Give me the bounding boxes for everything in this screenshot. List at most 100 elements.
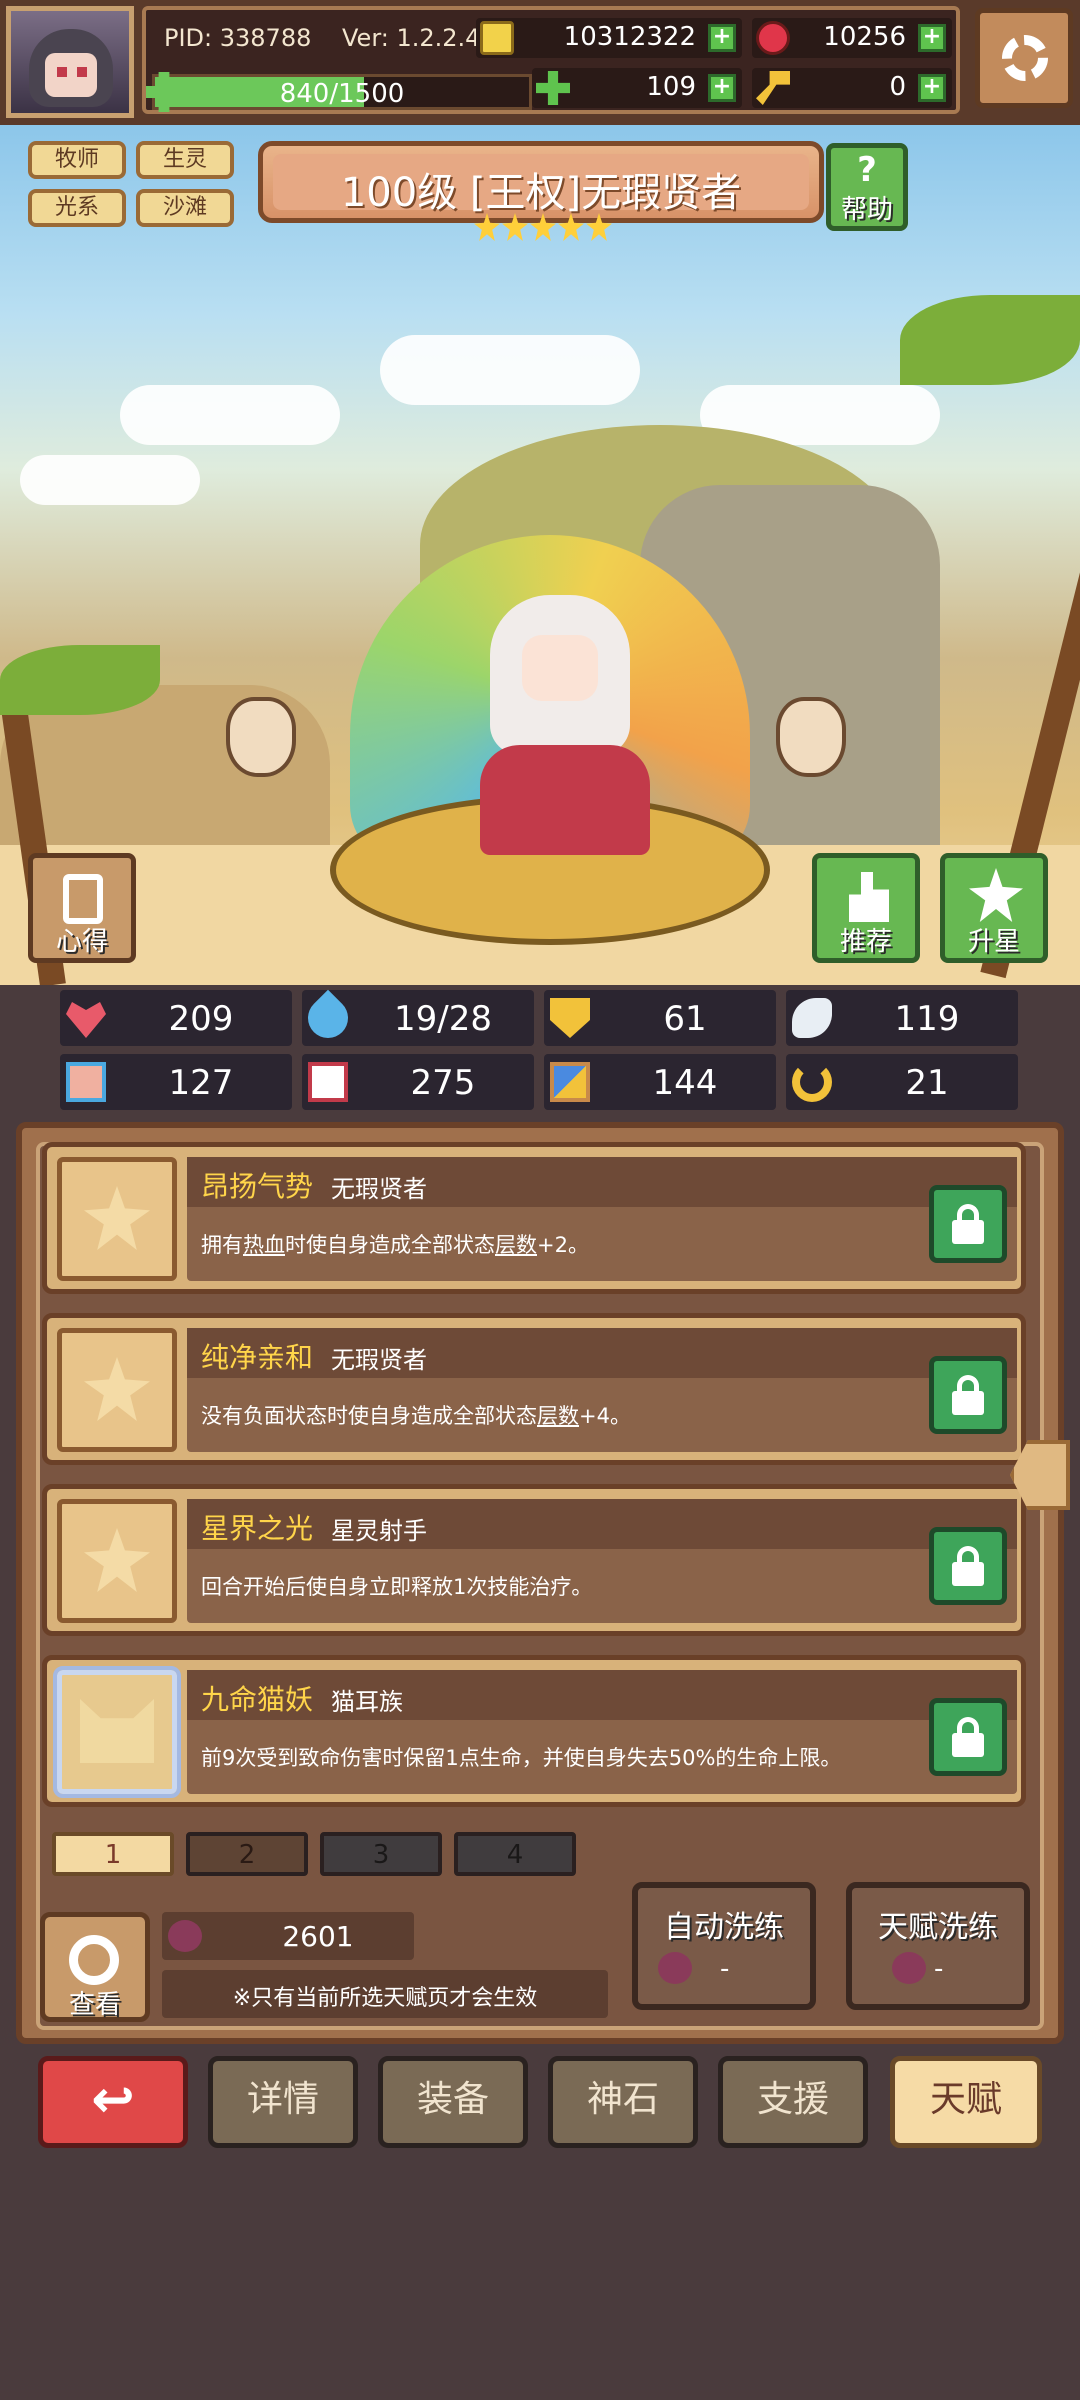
talent-card[interactable]: 纯净亲和 无瑕贤者 没有负面状态时使自身造成全部状态层数+4。 bbox=[42, 1313, 1026, 1465]
talent-source: 无瑕贤者 bbox=[331, 1175, 427, 1203]
gold-coin-icon bbox=[480, 21, 514, 55]
add-gems-button[interactable]: + bbox=[918, 24, 946, 52]
gold-counter: 10312322 + bbox=[476, 18, 742, 58]
add-key-button[interactable]: + bbox=[918, 74, 946, 102]
player-id: PID: 338788 bbox=[164, 24, 312, 52]
lock-button[interactable] bbox=[929, 1185, 1007, 1263]
add-gold-button[interactable]: + bbox=[708, 24, 736, 52]
gear-icon bbox=[1002, 35, 1048, 81]
talent-note: ※只有当前所选天赋页才会生效 bbox=[162, 1970, 608, 2018]
talent-slot bbox=[57, 1328, 177, 1452]
thumbs-up-icon bbox=[849, 872, 889, 922]
hero-talent-screen: PID: 338788 Ver: 1.2.2.4 10312322 + 1025… bbox=[0, 0, 1080, 2400]
settings-button[interactable] bbox=[975, 8, 1073, 108]
star-icon bbox=[969, 868, 1023, 922]
notes-button[interactable]: 心得 bbox=[28, 853, 136, 963]
scroll-icon bbox=[550, 1062, 590, 1102]
keyword-link[interactable]: 层数 bbox=[495, 1233, 537, 1257]
view-button[interactable]: 查看 bbox=[40, 1912, 150, 2022]
talent-body: 昂扬气势 无瑕贤者 拥有热血时使自身造成全部状态层数+2。 bbox=[187, 1157, 1017, 1281]
talent-card[interactable]: 昂扬气势 无瑕贤者 拥有热血时使自身造成全部状态层数+2。 bbox=[42, 1142, 1026, 1294]
game-version: Ver: 1.2.2.4 bbox=[342, 24, 481, 52]
water-drop-icon bbox=[299, 989, 357, 1047]
top-bar: PID: 338788 Ver: 1.2.2.4 10312322 + 1025… bbox=[0, 0, 1080, 125]
nav-godstone[interactable]: 神石 bbox=[548, 2056, 698, 2148]
talent-points-value: 2601 bbox=[282, 1920, 354, 1953]
stat-speed-value: 119 bbox=[894, 999, 960, 1039]
lock-button[interactable] bbox=[929, 1356, 1007, 1434]
nav-talent[interactable]: 天赋 bbox=[890, 2056, 1042, 2148]
keyword-link[interactable]: 层数 bbox=[537, 1404, 579, 1428]
recommend-label: 推荐 bbox=[839, 927, 892, 957]
stat-skill: 144 bbox=[544, 1054, 776, 1110]
page-tab-3[interactable]: 3 bbox=[320, 1832, 442, 1876]
help-label: 帮助 bbox=[840, 195, 893, 225]
stat-armor-value: 61 bbox=[663, 999, 707, 1039]
stat-luck: 21 bbox=[786, 1054, 1018, 1110]
stat-magic: 275 bbox=[302, 1054, 534, 1110]
stat-hp-value: 209 bbox=[168, 999, 234, 1039]
prev-hero-arrow[interactable] bbox=[226, 697, 296, 777]
cloud bbox=[120, 385, 340, 445]
talent-title: 纯净亲和 bbox=[201, 1341, 314, 1374]
stat-armor: 61 bbox=[544, 990, 776, 1046]
star-icon bbox=[530, 213, 556, 241]
notes-icon bbox=[63, 874, 103, 924]
fruit-icon bbox=[658, 1952, 692, 1984]
next-hero-arrow[interactable] bbox=[776, 697, 846, 777]
cloud bbox=[380, 335, 640, 405]
talent-card[interactable]: 星界之光 星灵射手 回合开始后使自身立即释放1次技能治疗。 bbox=[42, 1484, 1026, 1636]
nav-details[interactable]: 详情 bbox=[208, 2056, 358, 2148]
hero-scene: 牧师 生灵 光系 沙滩 100级 [王权]无瑕贤者 ? 帮助 心得 推荐 升星 bbox=[0, 125, 1080, 985]
stat-skill-value: 144 bbox=[652, 1063, 718, 1103]
shield-icon bbox=[550, 998, 590, 1038]
desc-text: +4。 bbox=[579, 1404, 631, 1428]
auto-reroll-label: 自动洗练 bbox=[664, 1910, 784, 1945]
gold-value: 10312322 bbox=[563, 22, 696, 52]
talent-source: 无瑕贤者 bbox=[331, 1346, 427, 1374]
stat-speed: 119 bbox=[786, 990, 1018, 1046]
talent-slot bbox=[57, 1157, 177, 1281]
magnifier-icon bbox=[69, 1935, 119, 1985]
recommend-button[interactable]: 推荐 bbox=[812, 853, 920, 963]
help-button[interactable]: ? 帮助 bbox=[826, 143, 908, 231]
lock-button[interactable] bbox=[929, 1527, 1007, 1605]
gem-counter: 10256 + bbox=[752, 18, 952, 58]
keyword-link[interactable]: 热血 bbox=[243, 1233, 285, 1257]
back-button[interactable]: ↩ bbox=[38, 2056, 188, 2148]
tag-class: 牧师 bbox=[28, 141, 126, 179]
hero-face bbox=[522, 635, 598, 701]
talent-reroll-button[interactable]: 天赋洗练 - bbox=[846, 1882, 1030, 2010]
question-icon: ? bbox=[857, 150, 877, 190]
nav-equipment[interactable]: 装备 bbox=[378, 2056, 528, 2148]
page-tab-4[interactable]: 4 bbox=[454, 1832, 576, 1876]
star-up-button[interactable]: 升星 bbox=[940, 853, 1048, 963]
page-tab-2[interactable]: 2 bbox=[186, 1832, 308, 1876]
notes-label: 心得 bbox=[55, 927, 108, 957]
talent-card[interactable]: 九命猫妖 猫耳族 前9次受到致命伤害时保留1点生命，并使自身失去50%的生命上限… bbox=[42, 1655, 1026, 1807]
view-label: 查看 bbox=[68, 1990, 121, 2020]
stat-mana-value: 19/28 bbox=[394, 999, 492, 1039]
talent-slot bbox=[53, 1666, 181, 1798]
lock-button[interactable] bbox=[929, 1698, 1007, 1776]
stat-attack-value: 127 bbox=[168, 1063, 234, 1103]
lock-icon bbox=[952, 1733, 984, 1757]
exp-text: 840/1500 bbox=[279, 79, 405, 109]
desc-text: 拥有 bbox=[201, 1233, 243, 1257]
player-avatar[interactable] bbox=[6, 6, 134, 118]
star-up-label: 升星 bbox=[967, 927, 1020, 957]
add-clover-button[interactable]: + bbox=[708, 74, 736, 102]
talent-reroll-cost: - bbox=[934, 1954, 944, 1984]
page-tab-1[interactable]: 1 bbox=[52, 1832, 174, 1876]
key-value: 0 bbox=[889, 72, 906, 102]
hero-sprite bbox=[480, 595, 650, 855]
talent-body: 星界之光 星灵射手 回合开始后使自身立即释放1次技能治疗。 bbox=[187, 1499, 1017, 1623]
talent-description: 没有负面状态时使自身造成全部状态层数+4。 bbox=[201, 1400, 631, 1430]
palm-leaves bbox=[0, 645, 160, 715]
auto-reroll-button[interactable]: 自动洗练 - bbox=[632, 1882, 816, 2010]
stat-luck-value: 21 bbox=[905, 1063, 949, 1103]
talent-body: 纯净亲和 无瑕贤者 没有负面状态时使自身造成全部状态层数+4。 bbox=[187, 1328, 1017, 1452]
nav-support[interactable]: 支援 bbox=[718, 2056, 868, 2148]
talent-description: 前9次受到致命伤害时保留1点生命，并使自身失去50%的生命上限。 bbox=[201, 1746, 842, 1770]
star-icon bbox=[84, 1357, 150, 1421]
